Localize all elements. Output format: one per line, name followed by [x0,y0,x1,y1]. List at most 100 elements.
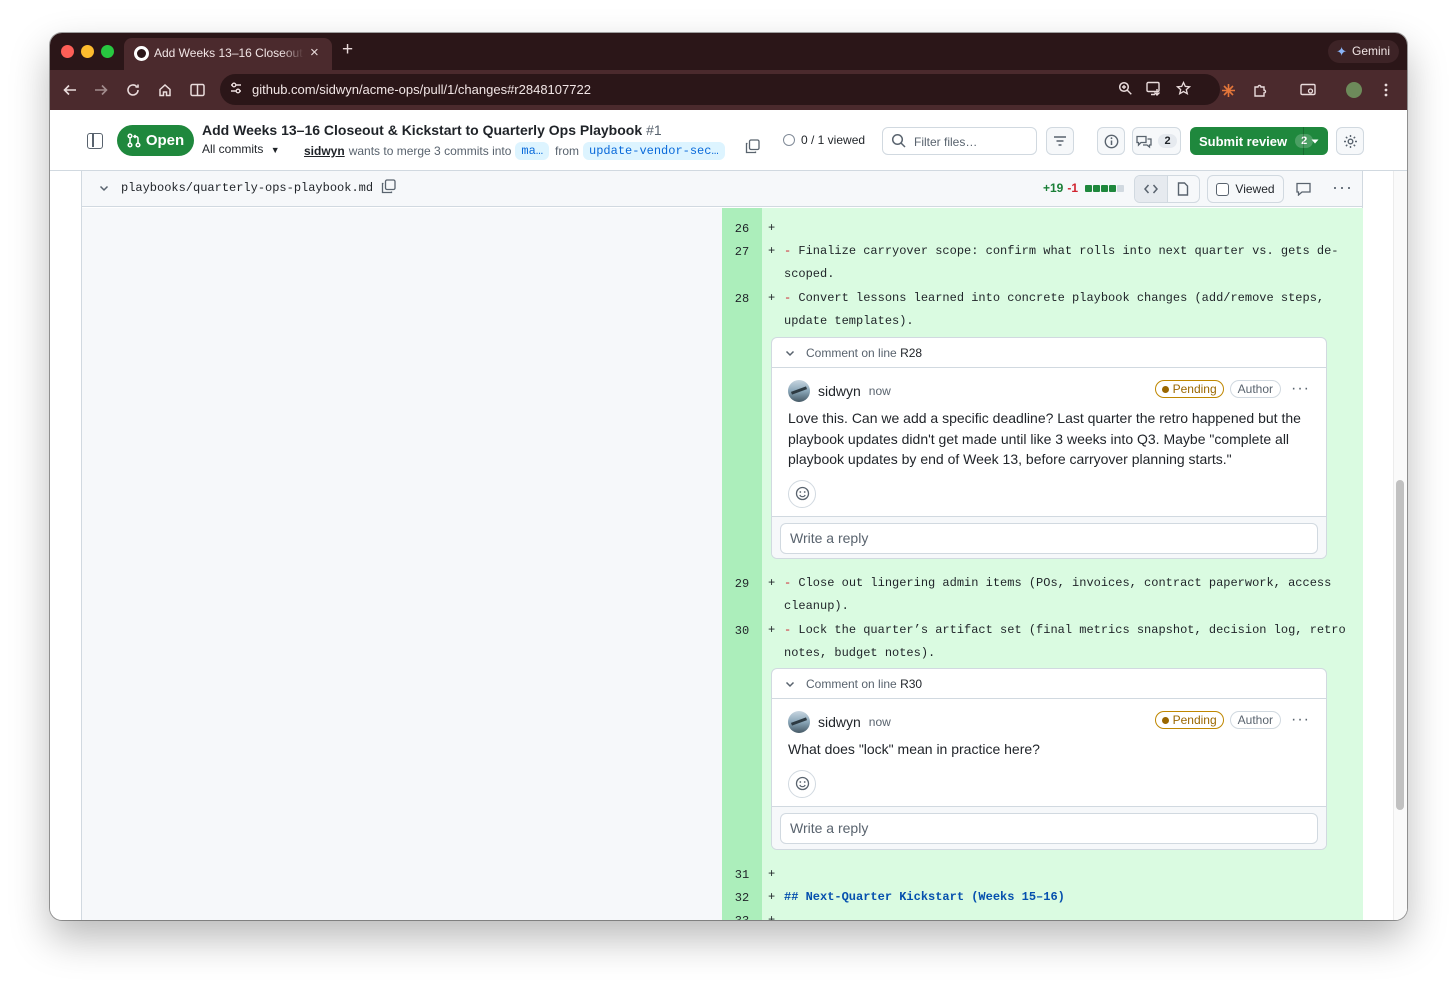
code-line: + - Close out lingering admin items (POs,… [768,576,1332,613]
pull-request-icon [127,133,141,148]
line-number[interactable]: 28 [722,292,762,306]
source-view-button[interactable] [1135,176,1167,202]
diffstat: +19 -1 [1043,181,1125,195]
code-line: + - Lock the quarter’s artifact set (fina… [768,623,1346,660]
close-window-button[interactable] [61,45,74,58]
comment-badges: Pending Author ··· [1154,380,1310,398]
extension-sparkle-icon[interactable] [1218,80,1238,100]
comment-body: What does "lock" mean in practice here? [788,741,1040,757]
maximize-window-button[interactable] [101,45,114,58]
settings-button[interactable] [1336,127,1364,155]
address-bar[interactable]: github.com/sidwyn/acme-ops/pull/1/change… [220,74,1220,105]
line-number[interactable]: 32 [722,891,762,905]
viewed-checkbox[interactable] [1216,182,1230,196]
install-app-icon[interactable] [1146,81,1162,101]
forward-icon[interactable] [91,80,111,100]
comment-icon[interactable] [1296,182,1311,201]
review-comment: sidwyn now Pending Author ··· Love this.… [772,368,1326,508]
home-icon[interactable] [155,80,175,100]
deletions-count: -1 [1067,181,1079,195]
reply-input[interactable]: Write a reply [780,522,1318,554]
code-line: + ## Next-Quarter Kickstart (Weeks 15–16) [768,890,1065,904]
line-number[interactable]: 31 [722,868,762,882]
pending-badge: Pending [1154,711,1224,729]
extensions-puzzle-icon[interactable] [1250,80,1270,100]
code-line: + [768,913,776,920]
copy-icon[interactable] [745,139,760,159]
line-number[interactable]: 27 [722,245,762,259]
new-tab-button[interactable]: + [342,39,353,61]
comment-author[interactable]: sidwyn [818,714,861,730]
head-branch[interactable]: update-vendor-sec… [583,142,725,160]
avatar[interactable] [788,380,810,402]
browser-menu-icon[interactable] [1376,80,1396,100]
comment-time[interactable]: now [869,715,891,729]
caret-down-icon[interactable] [1310,134,1320,149]
comment-time[interactable]: now [869,384,891,398]
chevron-down-icon: ▼ [270,145,280,155]
diffstat-block [1093,184,1101,192]
url-text[interactable]: github.com/sidwyn/acme-ops/pull/1/change… [252,82,591,97]
gemini-sparkle-icon: ✦ [1336,44,1347,59]
file-header: playbooks/quarterly-ops-playbook.md +19 … [82,171,1362,207]
info-icon [1104,134,1118,148]
profile-avatar-icon[interactable] [1344,80,1364,100]
comments-button[interactable]: 2 [1132,127,1181,155]
comment-menu-icon[interactable]: ··· [1291,380,1310,398]
page-scrollbar[interactable] [1393,171,1407,920]
site-info-icon[interactable] [229,81,243,100]
viewed-label: Viewed [1235,182,1275,196]
gemini-button[interactable]: ✦ Gemini [1328,40,1399,63]
filter-files-input[interactable]: Filter files… [882,127,1037,155]
comment-author[interactable]: sidwyn [818,383,861,399]
submit-divider [1303,127,1304,155]
tab-strip: Add Weeks 13–16 Closeout & Kickstart to … [50,33,1407,70]
viewed-count-text: 0 / 1 viewed [801,133,866,147]
thread-header[interactable]: Comment on line R28 [772,338,1326,368]
base-branch[interactable]: ma… [515,142,550,160]
browser-tab[interactable]: Add Weeks 13–16 Closeout & Kickstart to … [124,38,332,70]
add-reaction-button[interactable] [788,769,816,798]
chevron-down-icon[interactable] [784,347,796,359]
comments-count: 2 [1158,134,1177,148]
mark-viewed-button[interactable]: Viewed [1207,175,1284,203]
back-icon[interactable] [60,80,80,100]
more-options-icon[interactable]: ··· [1332,177,1353,198]
pr-number: #1 [646,122,662,138]
reply-input[interactable]: Write a reply [780,812,1318,844]
thread-header[interactable]: Comment on line R30 [772,669,1326,699]
pr-title-text: Add Weeks 13–16 Closeout & Kickstart to … [202,122,643,138]
line-number[interactable]: 33 [722,914,762,920]
commits-dropdown[interactable]: All commits ▼ [202,142,280,156]
browser-window: Add Weeks 13–16 Closeout & Kickstart to … [50,33,1407,920]
copy-path-icon[interactable] [381,179,396,199]
chevron-down-icon[interactable] [784,678,796,690]
cast-icon[interactable] [1298,80,1318,100]
author-badge: Author [1229,711,1282,729]
left-diff-pane [82,208,722,920]
collapse-file-icon[interactable] [98,181,110,199]
file-path[interactable]: playbooks/quarterly-ops-playbook.md [121,181,373,195]
line-number[interactable]: 29 [722,577,762,591]
avatar[interactable] [788,711,810,733]
bookmark-star-icon[interactable] [1175,80,1192,101]
rich-view-button[interactable] [1166,176,1199,202]
zoom-icon[interactable] [1118,81,1133,101]
line-number[interactable]: 30 [722,624,762,638]
minimize-window-button[interactable] [81,45,94,58]
pr-info-button[interactable] [1097,127,1125,155]
comment-menu-icon[interactable]: ··· [1291,711,1310,729]
reload-icon[interactable] [123,80,143,100]
line-number[interactable]: 26 [722,222,762,236]
scrollbar-thumb[interactable] [1396,480,1404,810]
submit-review-button[interactable]: Submit review 2 [1190,127,1328,155]
tab-close-icon[interactable]: × [310,44,319,61]
search-icon [891,133,906,153]
split-view-icon[interactable] [187,80,207,100]
add-reaction-button[interactable] [788,479,816,508]
filter-options-button[interactable] [1046,127,1074,155]
progress-circle-icon [783,134,795,146]
merge-text: wants to merge 3 commits into [348,144,512,158]
file-tree-toggle-icon[interactable] [87,133,103,149]
pr-author-link[interactable]: sidwyn [304,144,345,158]
